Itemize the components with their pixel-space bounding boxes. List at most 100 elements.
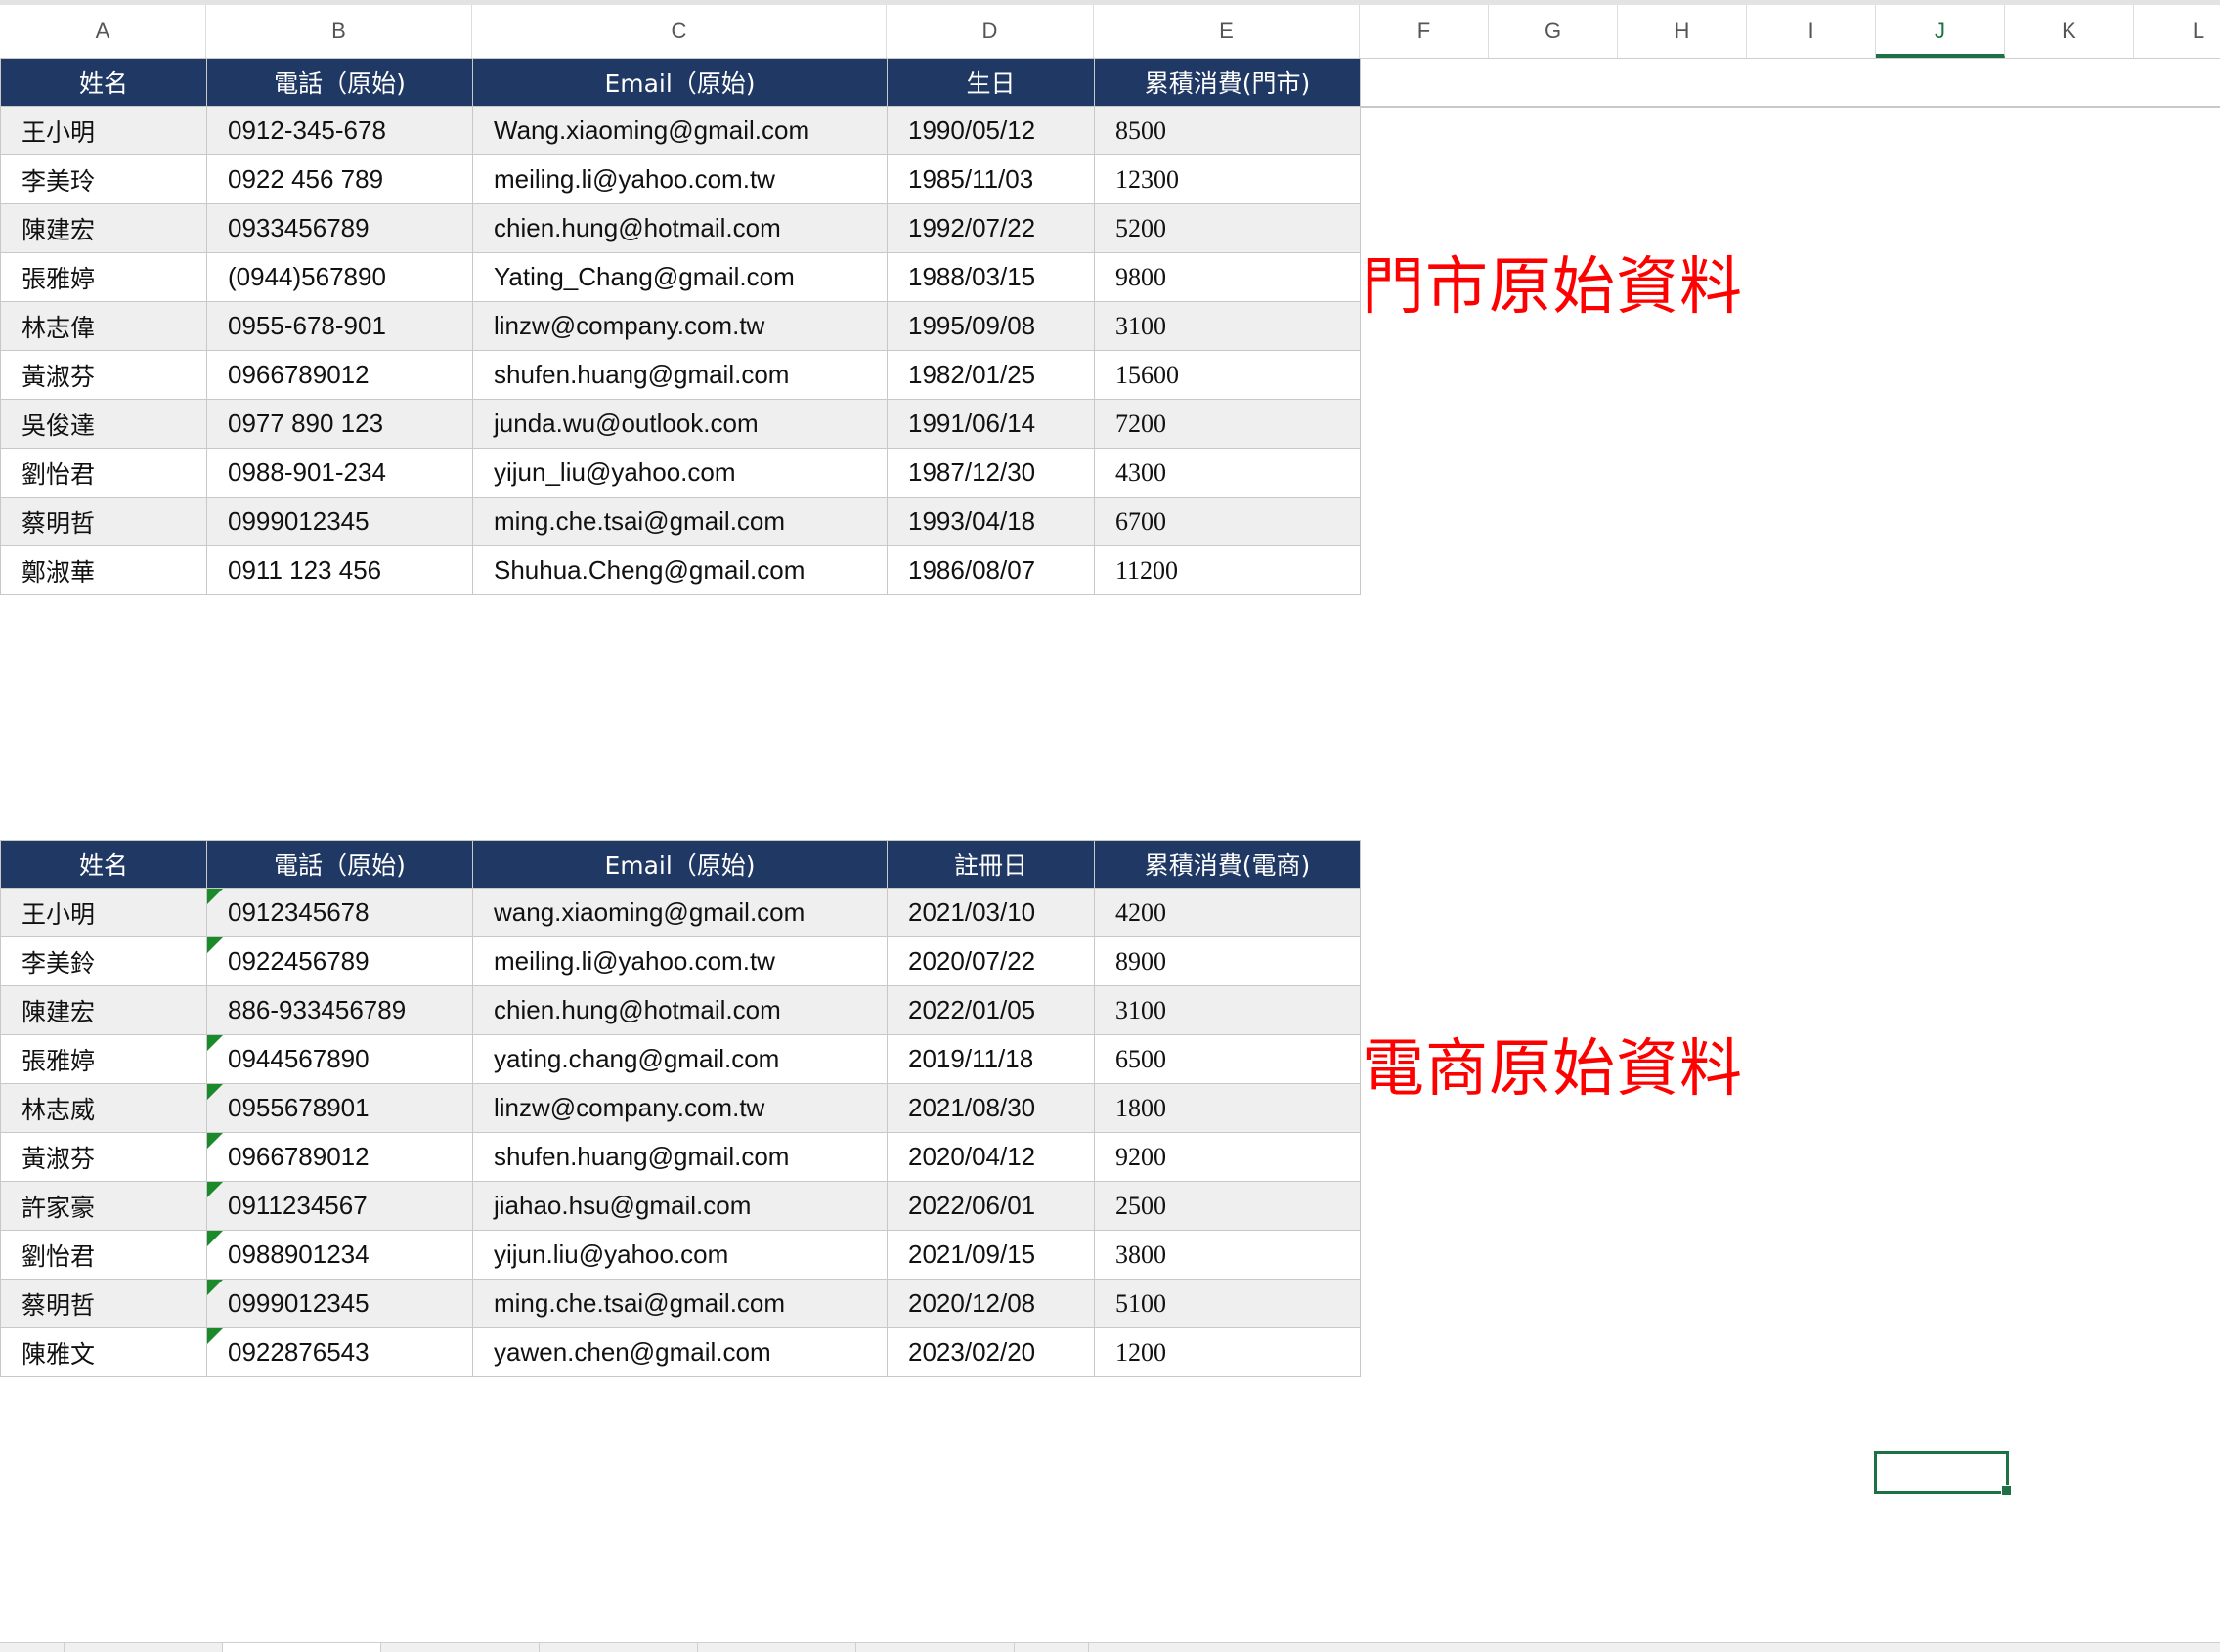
fill-handle[interactable] [2001,1485,2012,1496]
cell-amount[interactable]: 6700 [1094,497,1361,546]
cell-email[interactable]: meiling.li@yahoo.com.tw [472,936,888,986]
cell-date[interactable]: 1986/08/07 [887,545,1095,595]
sheet-tab[interactable] [381,1643,540,1652]
cell-phone[interactable]: 0922876543 [206,1327,473,1377]
cell-date[interactable]: 1995/09/08 [887,301,1095,351]
cell-amount[interactable]: 3100 [1094,985,1361,1035]
cell-amount[interactable]: 1800 [1094,1083,1361,1133]
header-name[interactable]: 姓名 [0,840,207,889]
cell-email[interactable]: Shuhua.Cheng@gmail.com [472,545,888,595]
cell-amount[interactable]: 1200 [1094,1327,1361,1377]
column-header-c[interactable]: C [472,5,887,58]
sheet-tab-active[interactable] [223,1643,381,1652]
cell-date[interactable]: 1985/11/03 [887,154,1095,204]
header-phone[interactable]: 電話（原始) [206,840,473,889]
error-indicator-icon[interactable] [207,1084,223,1100]
error-indicator-icon[interactable] [207,1328,223,1344]
cell-amount[interactable]: 9200 [1094,1132,1361,1182]
cell-date[interactable]: 1988/03/15 [887,252,1095,302]
cell-amount[interactable]: 3800 [1094,1230,1361,1280]
error-indicator-icon[interactable] [207,1035,223,1051]
cell-phone[interactable]: 0933456789 [206,203,473,253]
cell-phone[interactable]: 0955678901 [206,1083,473,1133]
cell-amount[interactable]: 8500 [1094,106,1361,155]
cell-email[interactable]: meiling.li@yahoo.com.tw [472,154,888,204]
cell-phone[interactable]: 0912-345-678 [206,106,473,155]
cell-phone[interactable]: 0966789012 [206,1132,473,1182]
cell-name[interactable]: 劉怡君 [0,1230,207,1280]
cell-phone[interactable]: 0988-901-234 [206,448,473,498]
column-header-a[interactable]: A [0,5,206,58]
error-indicator-icon[interactable] [207,937,223,953]
cell-date[interactable]: 1987/12/30 [887,448,1095,498]
cell-date[interactable]: 2020/07/22 [887,936,1095,986]
error-indicator-icon[interactable] [207,1133,223,1149]
cell-name[interactable]: 陳建宏 [0,985,207,1035]
column-header-k[interactable]: K [2005,5,2134,58]
cell-date[interactable]: 2021/08/30 [887,1083,1095,1133]
cell-phone[interactable]: 0911234567 [206,1181,473,1231]
error-indicator-icon[interactable] [207,889,223,904]
column-header-e[interactable]: E [1094,5,1360,58]
cell-name[interactable]: 王小明 [0,106,207,155]
cell-amount[interactable]: 11200 [1094,545,1361,595]
column-header-l[interactable]: L [2134,5,2220,58]
cell-email[interactable]: chien.hung@hotmail.com [472,203,888,253]
cell-phone[interactable]: (0944)567890 [206,252,473,302]
header-amount[interactable]: 累積消費(門市) [1094,58,1361,107]
cell-date[interactable]: 1982/01/25 [887,350,1095,400]
error-indicator-icon[interactable] [207,1231,223,1246]
cell-date[interactable]: 2021/03/10 [887,888,1095,937]
header-email[interactable]: Email（原始) [472,840,888,889]
column-header-b[interactable]: B [206,5,472,58]
header-date[interactable]: 生日 [887,58,1095,107]
cell-phone[interactable]: 0966789012 [206,350,473,400]
cell-email[interactable]: wang.xiaoming@gmail.com [472,888,888,937]
cell-email[interactable]: Yating_Chang@gmail.com [472,252,888,302]
cell-email[interactable]: shufen.huang@gmail.com [472,1132,888,1182]
cell-amount[interactable]: 4300 [1094,448,1361,498]
cell-email[interactable]: chien.hung@hotmail.com [472,985,888,1035]
cell-name[interactable]: 王小明 [0,888,207,937]
cell-date[interactable]: 1992/07/22 [887,203,1095,253]
cell-phone[interactable]: 0912345678 [206,888,473,937]
cell-name[interactable]: 張雅婷 [0,1034,207,1084]
cell-phone[interactable]: 0955-678-901 [206,301,473,351]
cell-date[interactable]: 1991/06/14 [887,399,1095,449]
cell-amount[interactable]: 6500 [1094,1034,1361,1084]
cell-date[interactable]: 2021/09/15 [887,1230,1095,1280]
cell-date[interactable]: 2020/12/08 [887,1279,1095,1328]
sheet-tab[interactable] [65,1643,223,1652]
header-email[interactable]: Email（原始) [472,58,888,107]
cell-name[interactable]: 黃淑芬 [0,350,207,400]
cell-amount[interactable]: 15600 [1094,350,1361,400]
cell-name[interactable]: 李美玲 [0,154,207,204]
cell-email[interactable]: Wang.xiaoming@gmail.com [472,106,888,155]
cell-email[interactable]: yawen.chen@gmail.com [472,1327,888,1377]
sheet-tab[interactable] [856,1643,1015,1652]
cell-date[interactable]: 2022/06/01 [887,1181,1095,1231]
cell-email[interactable]: yijun.liu@yahoo.com [472,1230,888,1280]
cell-name[interactable]: 鄭淑華 [0,545,207,595]
cell-phone[interactable]: 0999012345 [206,497,473,546]
column-header-g[interactable]: G [1489,5,1618,58]
cell-date[interactable]: 2022/01/05 [887,985,1095,1035]
cell-date[interactable]: 1993/04/18 [887,497,1095,546]
cell-phone[interactable]: 0999012345 [206,1279,473,1328]
cell-email[interactable]: linzw@company.com.tw [472,1083,888,1133]
cell-amount[interactable]: 3100 [1094,301,1361,351]
cell-name[interactable]: 劉怡君 [0,448,207,498]
column-header-j[interactable]: J [1876,5,2005,58]
cell-date[interactable]: 2020/04/12 [887,1132,1095,1182]
cell-phone[interactable]: 0977 890 123 [206,399,473,449]
cell-name[interactable]: 許家豪 [0,1181,207,1231]
cell-email[interactable]: ming.che.tsai@gmail.com [472,1279,888,1328]
header-phone[interactable]: 電話（原始) [206,58,473,107]
cell-date[interactable]: 2019/11/18 [887,1034,1095,1084]
cell-amount[interactable]: 5200 [1094,203,1361,253]
cell-email[interactable]: jiahao.hsu@gmail.com [472,1181,888,1231]
error-indicator-icon[interactable] [207,1280,223,1295]
cell-name[interactable]: 張雅婷 [0,252,207,302]
cell-email[interactable]: shufen.huang@gmail.com [472,350,888,400]
cell-name[interactable]: 陳雅文 [0,1327,207,1377]
